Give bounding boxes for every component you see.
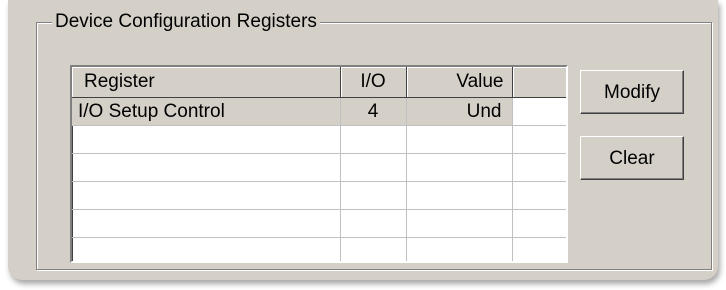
cell-register[interactable] (72, 209, 341, 238)
table-row[interactable] (72, 181, 566, 210)
column-header-extra[interactable] (512, 67, 566, 98)
register-table: Register I/O Value I/O Setup Control 4 U… (72, 67, 566, 261)
cell-io[interactable] (340, 181, 407, 210)
cell-value[interactable] (406, 237, 513, 261)
column-header-register[interactable]: Register (72, 67, 341, 98)
cell-register[interactable] (72, 125, 341, 154)
modify-button[interactable]: Modify (580, 70, 684, 114)
table-header-row: Register I/O Value (72, 67, 566, 98)
cell-extra[interactable] (512, 125, 566, 154)
cell-value[interactable] (406, 181, 513, 210)
table-row[interactable] (72, 125, 566, 154)
cell-value[interactable] (406, 153, 513, 182)
cell-register[interactable] (72, 237, 341, 261)
dialog-window: Device Configuration Registers Register … (8, 0, 718, 280)
table-row[interactable] (72, 237, 566, 261)
register-grid[interactable]: Register I/O Value I/O Setup Control 4 U… (70, 65, 568, 263)
table-row[interactable]: I/O Setup Control 4 Und (72, 97, 566, 126)
table-row[interactable] (72, 209, 566, 238)
cell-register[interactable] (72, 181, 341, 210)
cell-io[interactable] (340, 125, 407, 154)
table-row[interactable] (72, 153, 566, 182)
cell-io[interactable] (340, 237, 407, 261)
column-header-io[interactable]: I/O (340, 67, 407, 98)
cell-io[interactable] (340, 153, 407, 182)
cell-extra[interactable] (512, 209, 566, 238)
cell-extra[interactable] (512, 97, 566, 126)
cell-value[interactable] (406, 209, 513, 238)
cell-io[interactable]: 4 (340, 97, 407, 126)
groupbox-title: Device Configuration Registers (52, 10, 320, 34)
clear-button[interactable]: Clear (580, 136, 684, 180)
cell-io[interactable] (340, 209, 407, 238)
cell-value[interactable]: Und (406, 97, 513, 126)
cell-extra[interactable] (512, 153, 566, 182)
cell-register[interactable]: I/O Setup Control (72, 97, 341, 126)
cell-extra[interactable] (512, 237, 566, 261)
cell-extra[interactable] (512, 181, 566, 210)
column-header-value[interactable]: Value (406, 67, 513, 98)
cell-register[interactable] (72, 153, 341, 182)
cell-value[interactable] (406, 125, 513, 154)
